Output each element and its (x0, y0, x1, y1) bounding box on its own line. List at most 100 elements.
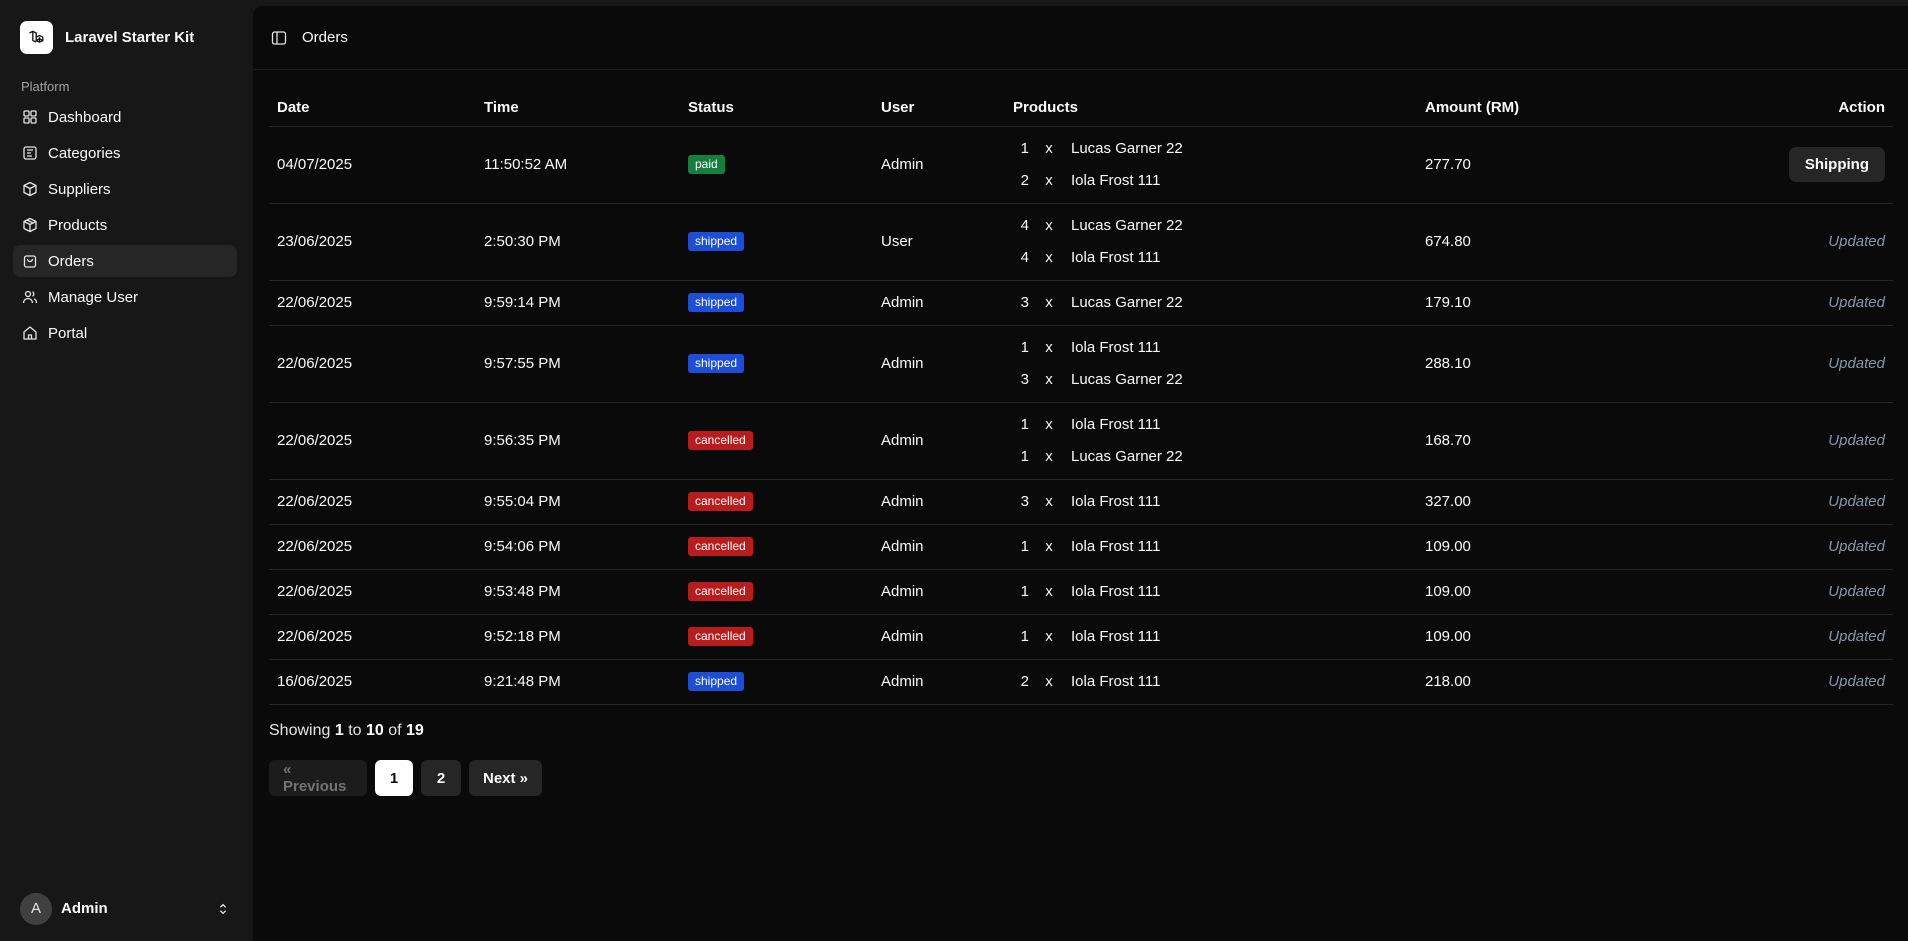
page-button-2[interactable]: 2 (421, 760, 461, 796)
orders-table: Date Time Status User Products Amount (R… (269, 90, 1893, 705)
product-times: x (1045, 628, 1053, 645)
chevrons-up-down-icon (219, 903, 227, 914)
product-qty: 3 (1020, 294, 1029, 311)
orders-icon (23, 255, 37, 268)
cell-date: 22/06/2025 (269, 280, 476, 326)
product-line: 1 x Iola Frost 111 (1013, 576, 1417, 608)
cell-time: 9:52:18 PM (476, 614, 680, 660)
dashboard-icon (23, 110, 37, 124)
cell-products: 4 x Lucas Garner 22 4 x Iola Frost 111 (1005, 203, 1417, 281)
product-times: x (1045, 538, 1053, 555)
cell-date: 22/06/2025 (269, 614, 476, 660)
cell-products: 1 x Iola Frost 111 (1005, 524, 1417, 570)
cell-amount: 179.10 (1417, 280, 1717, 326)
product-qty: 1 (1020, 538, 1029, 555)
next-page-button[interactable]: Next » (469, 760, 542, 796)
product-times: x (1045, 493, 1053, 510)
cell-products: 1 x Lucas Garner 22 2 x Iola Frost 111 (1005, 126, 1417, 204)
cell-products: 1 x Iola Frost 111 1 x Lucas Garner 22 (1005, 402, 1417, 480)
sidebar-item-dashboard[interactable]: Dashboard (13, 101, 237, 133)
product-line: 1 x Iola Frost 111 (1013, 621, 1417, 653)
cell-action: Updated (1717, 569, 1893, 615)
cell-date: 23/06/2025 (269, 203, 476, 281)
cell-user: Admin (873, 569, 1005, 615)
laravel-logo-icon (20, 21, 53, 54)
cell-user: Admin (873, 479, 1005, 525)
cell-action: Updated (1717, 479, 1893, 525)
table-row: 22/06/2025 9:53:48 PM cancelled Admin 1 x Iola… (269, 569, 1893, 615)
sidebar: Laravel Starter Kit Platform Dashboard C… (0, 0, 253, 941)
product-name: Iola Frost 111 (1071, 416, 1161, 433)
cell-status: shipped (680, 203, 873, 281)
product-qty: 2 (1020, 172, 1029, 189)
cell-action: Updated (1717, 524, 1893, 570)
page-button-1[interactable]: 1 (375, 760, 413, 796)
product-line: 4 x Lucas Garner 22 (1013, 210, 1417, 242)
cell-status: shipped (680, 659, 873, 705)
pagination: « Previous 1 2 Next » (269, 760, 542, 796)
product-times: x (1045, 583, 1053, 600)
column-header-time: Time (476, 90, 680, 127)
sidebar-item-orders[interactable]: Orders (13, 245, 237, 277)
product-line: 3 x Lucas Garner 22 (1013, 287, 1417, 319)
status-badge: shipped (688, 232, 745, 251)
column-header-status: Status (680, 90, 873, 127)
product-times: x (1045, 294, 1053, 311)
product-times: x (1045, 371, 1053, 388)
updated-label: Updated (1828, 432, 1885, 449)
sidebar-item-manage-user[interactable]: Manage User (13, 281, 237, 313)
cell-time: 11:50:52 AM (476, 126, 680, 204)
showing-from: 1 (334, 722, 344, 739)
sidebar-item-label: Categories (48, 144, 121, 162)
nav-group-label: Platform (21, 79, 70, 94)
cell-status: paid (680, 126, 873, 204)
cell-user: Admin (873, 280, 1005, 326)
sidebar-item-label: Manage User (48, 288, 139, 306)
cell-status: shipped (680, 325, 873, 403)
cell-products: 2 x Iola Frost 111 (1005, 659, 1417, 705)
cell-date: 22/06/2025 (269, 524, 476, 570)
sidebar-item-categories[interactable]: Categories (13, 137, 237, 169)
sidebar-item-label: Portal (48, 324, 88, 342)
cell-amount: 327.00 (1417, 479, 1717, 525)
cell-status: cancelled (680, 402, 873, 480)
cell-action: Updated (1717, 325, 1893, 403)
sidebar-item-portal[interactable]: Portal (13, 317, 237, 349)
product-name: Iola Frost 111 (1071, 538, 1161, 555)
product-name: Iola Frost 111 (1071, 583, 1161, 600)
sidebar-item-suppliers[interactable]: Suppliers (13, 173, 237, 205)
cell-time: 9:56:35 PM (476, 402, 680, 480)
product-name: Lucas Garner 22 (1071, 294, 1183, 311)
status-badge: cancelled (688, 582, 753, 601)
cell-action: Updated (1717, 203, 1893, 281)
table-row: 22/06/2025 9:59:14 PM shipped Admin 3 x Lucas … (269, 280, 1893, 326)
shipping-button[interactable]: Shipping (1788, 147, 1885, 182)
cell-action: Updated (1717, 614, 1893, 660)
sidebar-item-products[interactable]: Products (13, 209, 237, 241)
product-name: Iola Frost 111 (1071, 172, 1161, 189)
cell-status: shipped (680, 280, 873, 326)
brand[interactable]: Laravel Starter Kit (20, 21, 194, 54)
cell-products: 1 x Iola Frost 111 (1005, 614, 1417, 660)
topbar: Orders (253, 6, 1908, 70)
cell-user: Admin (873, 126, 1005, 204)
product-line: 2 x Iola Frost 111 (1013, 165, 1417, 197)
product-name: Iola Frost 111 (1071, 628, 1161, 645)
cell-status: cancelled (680, 569, 873, 615)
suppliers-icon (23, 181, 37, 197)
table-row: 23/06/2025 2:50:30 PM shipped User 4 x Lucas G… (269, 203, 1893, 281)
previous-page-button[interactable]: « Previous (269, 760, 367, 796)
updated-label: Updated (1828, 294, 1885, 311)
page-title: Orders (302, 29, 348, 46)
cell-date: 16/06/2025 (269, 659, 476, 705)
status-badge: cancelled (688, 431, 753, 450)
status-badge: shipped (688, 354, 745, 373)
updated-label: Updated (1828, 233, 1885, 250)
cell-amount: 288.10 (1417, 325, 1717, 403)
cell-time: 9:53:48 PM (476, 569, 680, 615)
user-menu[interactable]: A Admin (20, 892, 230, 925)
sidebar-toggle-icon[interactable] (271, 30, 287, 46)
cell-amount: 168.70 (1417, 402, 1717, 480)
product-qty: 1 (1020, 583, 1029, 600)
cell-date: 22/06/2025 (269, 569, 476, 615)
